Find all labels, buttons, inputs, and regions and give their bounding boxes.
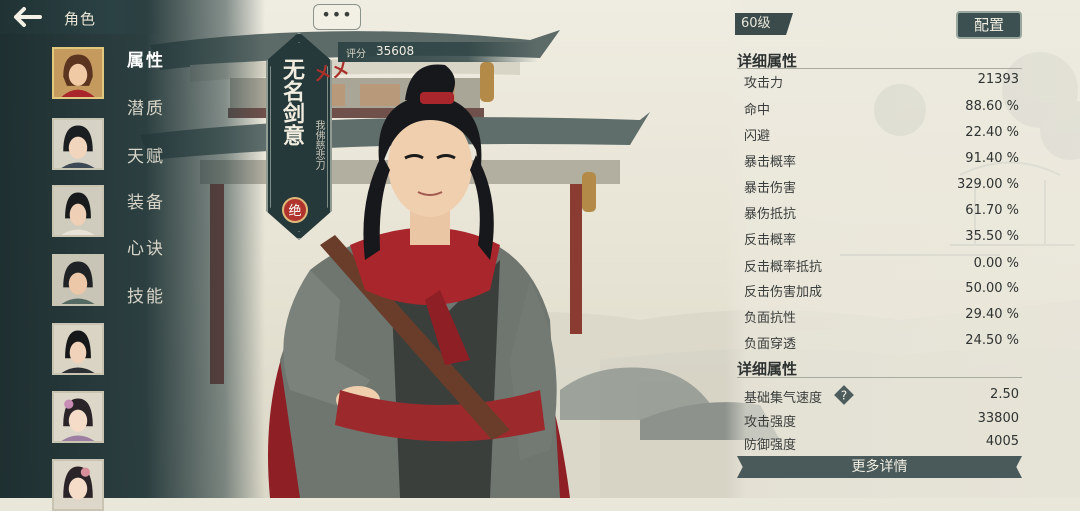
config-button[interactable]: 配置 bbox=[956, 11, 1022, 39]
stat-row: 攻击强度 33800 bbox=[737, 411, 1021, 433]
stat-name: 反击概率抵抗 bbox=[744, 260, 823, 275]
stat-value: 29.40 % bbox=[965, 307, 1019, 322]
section-title-detailed-2: 详细属性 bbox=[737, 360, 798, 378]
stat-row: 命中 88.60 % bbox=[737, 99, 1021, 121]
menu-item-potential[interactable]: 潜质 bbox=[127, 94, 165, 119]
character-subtitle: 我佛慈悲刀 bbox=[313, 120, 324, 170]
stat-name: 命中 bbox=[744, 103, 771, 118]
back-arrow-icon bbox=[14, 7, 42, 27]
more-details-button[interactable]: 更多详情 bbox=[737, 456, 1022, 478]
stat-name: 负面穿透 bbox=[744, 337, 797, 352]
character-portrait bbox=[54, 187, 102, 235]
character-portrait bbox=[54, 325, 102, 373]
stat-row: 基础集气速度 2.50 bbox=[737, 387, 1021, 409]
stat-name: 反击概率 bbox=[744, 233, 797, 248]
stat-value: 329.00 % bbox=[957, 177, 1019, 192]
stat-value: 33800 bbox=[977, 411, 1019, 426]
menu-item-talent[interactable]: 天赋 bbox=[127, 142, 165, 167]
chat-button[interactable]: ••• bbox=[313, 4, 361, 30]
stat-row: 反击概率 35.50 % bbox=[737, 229, 1021, 251]
stat-value: 88.60 % bbox=[965, 99, 1019, 114]
back-button[interactable] bbox=[6, 4, 46, 30]
stat-name: 暴伤抵抗 bbox=[744, 207, 797, 222]
roster-avatar-6[interactable] bbox=[52, 391, 104, 443]
stat-name: 闪避 bbox=[744, 129, 771, 144]
character-title: 无名剑意 bbox=[279, 58, 305, 146]
stat-name: 暴击伤害 bbox=[744, 181, 797, 196]
section-divider bbox=[737, 68, 1022, 69]
stat-name: 负面抗性 bbox=[744, 311, 797, 326]
score-bar bbox=[338, 42, 538, 62]
stat-value: 35.50 % bbox=[965, 229, 1019, 244]
stat-value: 21393 bbox=[977, 72, 1019, 87]
svg-text:?: ? bbox=[841, 389, 847, 403]
stat-value: 61.70 % bbox=[965, 203, 1019, 218]
section-divider bbox=[737, 377, 1022, 378]
score-value: 35608 bbox=[376, 44, 415, 58]
stat-row: 闪避 22.40 % bbox=[737, 125, 1021, 147]
stat-value: 22.40 % bbox=[965, 125, 1019, 140]
character-portrait bbox=[54, 461, 102, 509]
stat-row: 负面穿透 24.50 % bbox=[737, 333, 1021, 355]
stat-row: 暴击伤害 329.00 % bbox=[737, 177, 1021, 199]
stat-row: 反击伤害加成 50.00 % bbox=[737, 281, 1021, 303]
menu-item-equipment[interactable]: 装备 bbox=[127, 188, 165, 213]
roster-avatar-1[interactable] bbox=[52, 47, 104, 99]
stat-name: 攻击强度 bbox=[744, 415, 797, 430]
stat-row: 攻击力 21393 bbox=[737, 72, 1021, 94]
stat-name: 反击伤害加成 bbox=[744, 285, 823, 300]
level-badge: 60级 bbox=[735, 13, 793, 35]
page-title: 角色 bbox=[64, 10, 97, 28]
stat-row: 反击概率抵抗 0.00 % bbox=[737, 256, 1021, 278]
menu-item-skills[interactable]: 技能 bbox=[127, 282, 165, 307]
roster-avatar-2[interactable] bbox=[52, 118, 104, 170]
roster-avatar-7[interactable] bbox=[52, 459, 104, 511]
rarity-badge: 绝 bbox=[282, 197, 308, 223]
stat-name: 基础集气速度 bbox=[744, 391, 823, 406]
character-portrait bbox=[54, 393, 102, 441]
stat-row: 负面抗性 29.40 % bbox=[737, 307, 1021, 329]
stat-name: 暴击概率 bbox=[744, 155, 797, 170]
menu-item-mantra[interactable]: 心诀 bbox=[127, 234, 165, 259]
score-label: 评分 bbox=[346, 49, 366, 60]
character-portrait bbox=[54, 256, 102, 304]
stat-row: 防御强度 4005 bbox=[737, 434, 1021, 456]
help-icon[interactable]: ? bbox=[834, 385, 854, 405]
stat-row: 暴伤抵抗 61.70 % bbox=[737, 203, 1021, 225]
stat-value: 2.50 bbox=[990, 387, 1019, 402]
stat-value: 50.00 % bbox=[965, 281, 1019, 296]
stat-name: 防御强度 bbox=[744, 438, 797, 453]
character-portrait bbox=[54, 120, 102, 168]
menu-item-attributes[interactable]: 属性 bbox=[127, 46, 165, 71]
stat-value: 4005 bbox=[985, 434, 1019, 449]
character-portrait bbox=[54, 49, 102, 97]
stat-row: 暴击概率 91.40 % bbox=[737, 151, 1021, 173]
stat-value: 24.50 % bbox=[965, 333, 1019, 348]
roster-avatar-5[interactable] bbox=[52, 323, 104, 375]
stat-name: 攻击力 bbox=[744, 76, 784, 91]
roster-avatar-3[interactable] bbox=[52, 185, 104, 237]
stat-value: 0.00 % bbox=[973, 256, 1019, 271]
stat-value: 91.40 % bbox=[965, 151, 1019, 166]
roster-avatar-4[interactable] bbox=[52, 254, 104, 306]
